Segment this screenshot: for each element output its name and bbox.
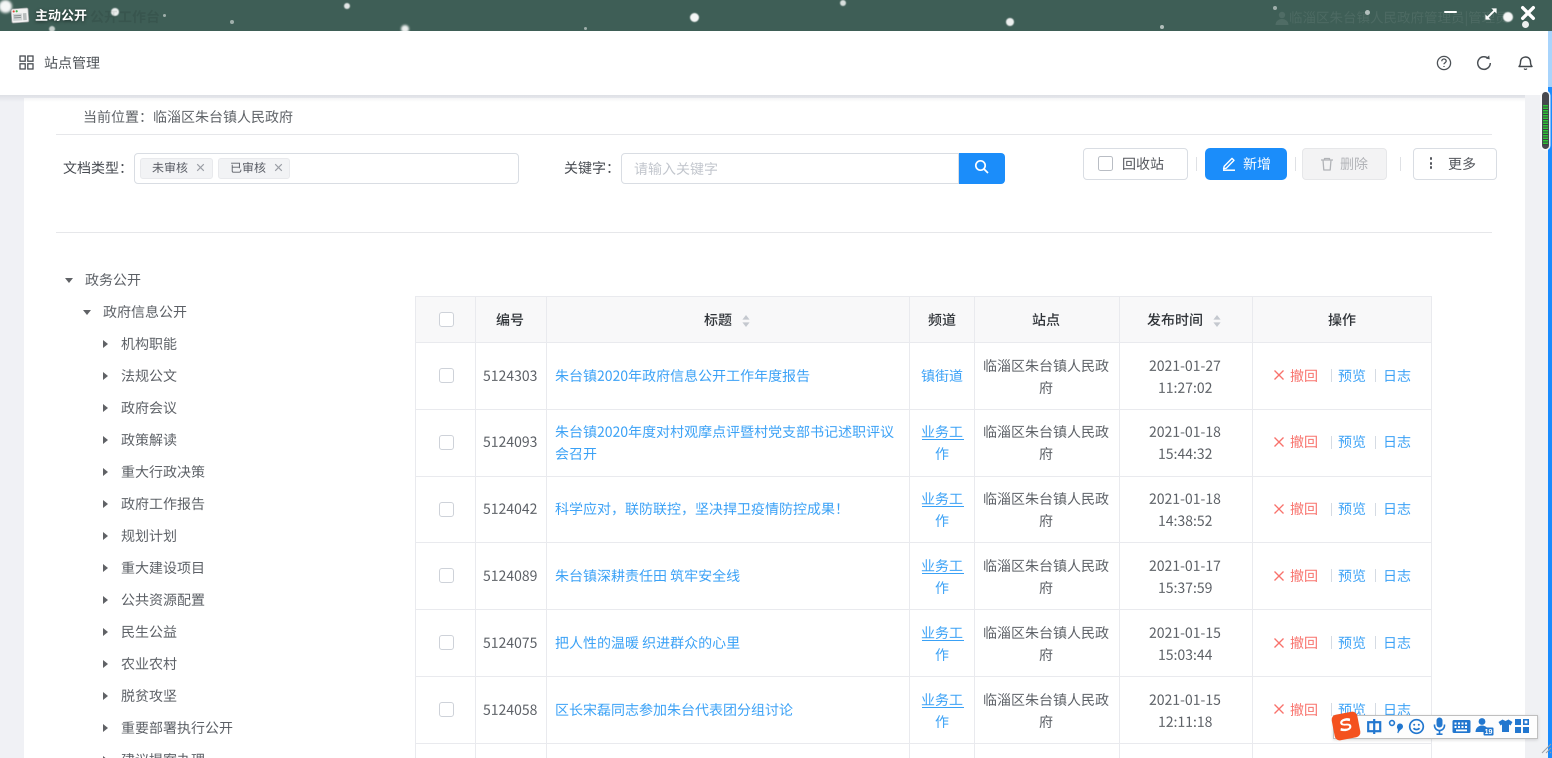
svg-text:19: 19 <box>1485 729 1493 736</box>
